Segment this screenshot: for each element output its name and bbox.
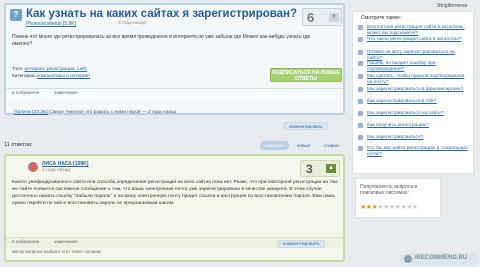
question-body: Помню что много где регистрировалась за … bbox=[12, 34, 311, 47]
related-item-label[interactable]: Как зарегистрироваться на сайте? bbox=[367, 111, 469, 117]
ad-line: Палачи (22.2K) Самое тяжелое это рожать … bbox=[14, 110, 176, 115]
related-item-label[interactable]: Почему не могу зарегистрироваться на сай… bbox=[367, 50, 469, 61]
answers-count: 11 ответов: bbox=[4, 142, 33, 148]
question-tags: Тэги: интернет, регистрация, сайт Катего… bbox=[12, 66, 232, 80]
related-item-label[interactable]: Что такое регистрация сайта в каталогах? bbox=[367, 37, 469, 43]
question-author-link[interactable]: Phoenixcoiterus [5.9K] bbox=[26, 21, 76, 27]
related-item-label[interactable]: Как зарегистрироваться? bbox=[367, 135, 469, 141]
favorite-link[interactable]: в избранное bbox=[12, 91, 39, 96]
popularity-title: Популярность вопроса в поисковых система… bbox=[360, 184, 418, 196]
related-item-label[interactable]: Бесплатная регистрация сайта в каталогах… bbox=[367, 25, 469, 36]
tags-links[interactable]: интернет, регистрация, сайт bbox=[24, 67, 87, 72]
answer-action-bar: в избранное замечание комментировать bbox=[6, 237, 343, 248]
question-comment-button[interactable]: комментировать bbox=[284, 122, 328, 130]
question-bubble-icon bbox=[358, 25, 363, 30]
question-vote-box: 6 ▼ bbox=[302, 8, 342, 26]
question-bubble-icon bbox=[358, 87, 363, 92]
subscribe-button[interactable]: ПОДПИСАТЬСЯ НА НОВЫЕ ОТВЕТЫ bbox=[270, 68, 342, 82]
question-bubble-icon bbox=[358, 111, 363, 116]
tags-label: Тэги: bbox=[12, 67, 24, 72]
answer-date: 3 года назад bbox=[42, 168, 70, 173]
watermark: IRECOMMEND.RU bbox=[400, 253, 478, 265]
question-icon: ? bbox=[10, 9, 22, 21]
question-action-bar: в избранное замечание bbox=[6, 88, 343, 99]
answer-author-link[interactable]: ЛИСА НАСА [199K] bbox=[42, 161, 88, 167]
category-link[interactable]: компьютеры и интернет bbox=[37, 74, 90, 79]
tab-old[interactable]: старые bbox=[319, 141, 344, 150]
ad-text: Самое тяжелое это рожать с ними парой — … bbox=[49, 110, 176, 115]
avatar[interactable] bbox=[28, 162, 38, 172]
question-bubble-icon bbox=[358, 37, 363, 42]
question-bubble-icon bbox=[358, 74, 363, 79]
vote-down-icon[interactable]: ▼ bbox=[329, 13, 339, 22]
question-bubble-icon bbox=[358, 61, 363, 66]
question-bubble-icon bbox=[358, 135, 363, 140]
category-label: Категория: bbox=[12, 74, 36, 79]
question-bubble-icon bbox=[358, 123, 363, 128]
related-item-label[interactable]: Как сделать, чтобы пришли подтверждения … bbox=[367, 74, 469, 85]
remark-link[interactable]: замечание bbox=[54, 91, 78, 96]
answer-remark-link[interactable]: замечание bbox=[54, 240, 78, 245]
ad-author-link[interactable]: Палачи (22.2K) bbox=[14, 110, 48, 115]
tab-good[interactable]: хорошие bbox=[260, 141, 289, 150]
question-vote-count: 6 bbox=[307, 10, 315, 25]
related-item-label[interactable]: Пишем, но выдает ошибку при подтверждени… bbox=[367, 61, 469, 72]
related-questions-panel: Смотрите также: Бесплатная регистрация с… bbox=[352, 11, 474, 174]
brand-label: Strigiformese bbox=[437, 3, 468, 9]
answer-vote-count: 3 bbox=[306, 162, 313, 176]
popularity-stars: ★★★★★★★★★★ bbox=[360, 203, 418, 211]
question-title: Как узнать на каких сайтах я зарегистрир… bbox=[26, 8, 298, 20]
related-item-label[interactable]: Как получить регистрацию? bbox=[367, 123, 469, 129]
related-title: Смотрите также: bbox=[361, 15, 402, 21]
irecommend-logo-icon bbox=[404, 255, 412, 263]
popularity-box: Популярность вопроса в поисковых система… bbox=[355, 178, 441, 218]
question-date: 3 года назад bbox=[118, 21, 146, 26]
related-item-label[interactable]: Кто бы мог найти регистрацию в социальны… bbox=[367, 146, 469, 157]
question-card: ? Как узнать на каких сайтах я зарегистр… bbox=[4, 3, 345, 115]
question-bubble-icon bbox=[358, 99, 363, 104]
tab-new[interactable]: новые bbox=[292, 141, 315, 150]
answer-comment-button[interactable]: комментировать bbox=[278, 240, 325, 248]
vote-up-icon[interactable]: ▲ bbox=[326, 164, 336, 173]
answer-vote-box: 3 ▲ bbox=[300, 160, 340, 177]
answer-sort-tabs: хорошие новые старые bbox=[258, 141, 344, 151]
answer-card: ЛИСА НАСА [199K] 3 года назад 3 ▲ Какого… bbox=[4, 154, 345, 262]
answer-body: Какого унифицированного сайта или способ… bbox=[12, 180, 338, 206]
question-bubble-icon bbox=[358, 146, 363, 151]
related-item-label[interactable]: Как зарегистрироваться в Ask? bbox=[367, 99, 469, 105]
watermark-text: IRECOMMEND.RU bbox=[415, 255, 467, 261]
question-bubble-icon bbox=[358, 50, 363, 55]
best-answer-note: автор вопроса выбрал этот ответ лучшим bbox=[12, 249, 102, 254]
star-icon: ★ bbox=[412, 204, 418, 211]
related-item-label[interactable]: Как зарегистрироваться в фрилансерских? bbox=[367, 87, 469, 93]
answer-favorite-link[interactable]: в избранное bbox=[12, 240, 39, 245]
